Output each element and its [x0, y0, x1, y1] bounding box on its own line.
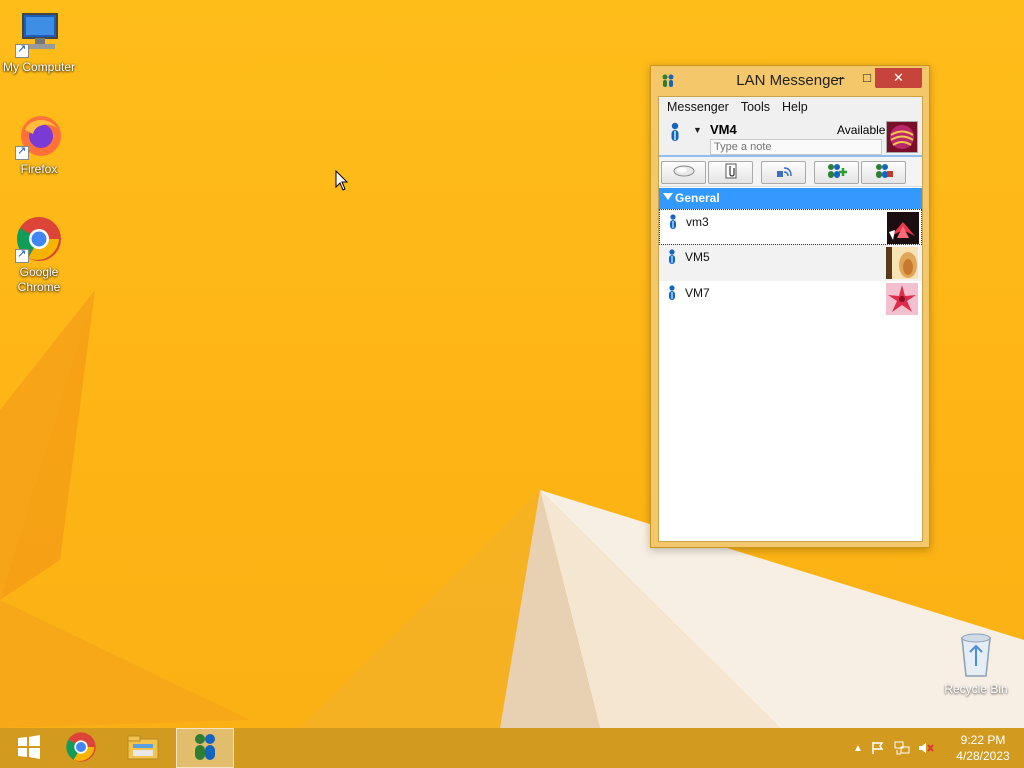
- contacts-toolbar: [659, 157, 922, 187]
- desktop-icon-recycle-bin[interactable]: Recycle Bin: [940, 630, 1012, 696]
- user-name: VM4: [710, 122, 737, 137]
- user-status-icon[interactable]: [669, 122, 681, 142]
- contact-status-icon: [667, 285, 677, 301]
- contact-settings-button[interactable]: [861, 161, 906, 184]
- add-contact-icon: [826, 163, 848, 182]
- chrome-icon: [65, 731, 97, 766]
- lan-messenger-window: LAN Messenger – □ ✕ Messenger Tools Help…: [650, 65, 930, 548]
- contact-row-vm3[interactable]: vm3: [659, 209, 922, 245]
- menu-help[interactable]: Help: [776, 97, 814, 117]
- close-button[interactable]: ✕: [875, 68, 922, 88]
- minimize-button[interactable]: –: [828, 68, 854, 88]
- mouse-cursor-icon: [335, 169, 349, 195]
- shortcut-arrow-icon: [15, 247, 29, 263]
- desktop-icon-firefox[interactable]: Firefox: [0, 112, 78, 177]
- contact-avatar: [886, 283, 918, 315]
- group-name: General: [675, 191, 720, 205]
- contacts-settings-icon: [874, 163, 894, 182]
- taskbar-lan-messenger[interactable]: [176, 728, 234, 768]
- lan-messenger-icon: [190, 732, 220, 765]
- desktop-icon-label: My Computer: [2, 60, 76, 74]
- window-titlebar[interactable]: LAN Messenger – □ ✕: [651, 66, 929, 94]
- broadcast-icon: [775, 163, 793, 182]
- contact-row-vm7[interactable]: VM7: [659, 281, 922, 317]
- contact-avatar: [887, 212, 919, 244]
- send-file-button[interactable]: [708, 161, 753, 184]
- contact-row-vm5[interactable]: VM5: [659, 245, 922, 281]
- menu-bar: Messenger Tools Help: [659, 97, 922, 117]
- contact-name: VM7: [685, 286, 710, 300]
- volume-muted-icon[interactable]: [914, 741, 938, 755]
- user-profile-panel: ▼ VM4 Available: [659, 117, 922, 157]
- user-status-text[interactable]: Available: [837, 123, 885, 137]
- recycle-bin-label: Recycle Bin: [944, 682, 1008, 696]
- chat-button[interactable]: [661, 161, 706, 184]
- flag-icon[interactable]: [866, 741, 890, 755]
- note-input[interactable]: [710, 139, 882, 155]
- chat-icon: [672, 164, 696, 181]
- firefox-icon: [15, 112, 63, 160]
- contact-name: vm3: [686, 215, 709, 229]
- window-client-area: Messenger Tools Help ▼ VM4 Available Typ…: [658, 96, 923, 542]
- clock-date: 4/28/2023: [956, 749, 1010, 763]
- user-avatar[interactable]: [886, 121, 918, 153]
- taskbar-chrome[interactable]: [52, 728, 110, 768]
- desktop-icon-my-computer[interactable]: My Computer: [0, 10, 78, 75]
- taskbar-file-explorer[interactable]: [114, 728, 172, 768]
- network-icon[interactable]: [890, 741, 914, 755]
- taskbar: ▲ 9:22 PM 4/28/2023: [0, 728, 1024, 768]
- desktop-icon-chrome[interactable]: Google Chrome: [0, 215, 78, 295]
- shortcut-arrow-icon: [15, 42, 29, 58]
- chrome-icon: [15, 215, 63, 263]
- desktop-icon-label: Google Chrome: [17, 265, 61, 294]
- menu-tools[interactable]: Tools: [735, 97, 776, 117]
- start-icon: [16, 734, 42, 763]
- contact-name: VM5: [685, 250, 710, 264]
- contact-group-general[interactable]: General: [659, 188, 922, 209]
- contact-status-icon: [668, 214, 678, 230]
- status-dropdown-arrow[interactable]: ▼: [693, 125, 702, 135]
- recycle-bin-icon: [956, 630, 996, 680]
- clock-time: 9:22 PM: [960, 733, 1006, 747]
- file-explorer-icon: [127, 733, 159, 764]
- add-contact-button[interactable]: [814, 161, 859, 184]
- menu-messenger[interactable]: Messenger: [661, 97, 735, 117]
- broadcast-button[interactable]: [761, 161, 806, 184]
- computer-icon: [15, 10, 63, 58]
- send-file-icon: [723, 162, 739, 183]
- contact-avatar: [886, 247, 918, 279]
- taskbar-clock[interactable]: 9:22 PM 4/28/2023: [948, 732, 1018, 764]
- contact-status-icon: [667, 249, 677, 265]
- shortcut-arrow-icon: [15, 144, 29, 160]
- start-button[interactable]: [0, 728, 58, 768]
- chevron-up-icon[interactable]: ▲: [850, 743, 866, 754]
- system-tray: ▲: [850, 728, 938, 768]
- desktop-icon-label: Firefox: [20, 162, 58, 176]
- expand-arrow-icon: [663, 193, 673, 200]
